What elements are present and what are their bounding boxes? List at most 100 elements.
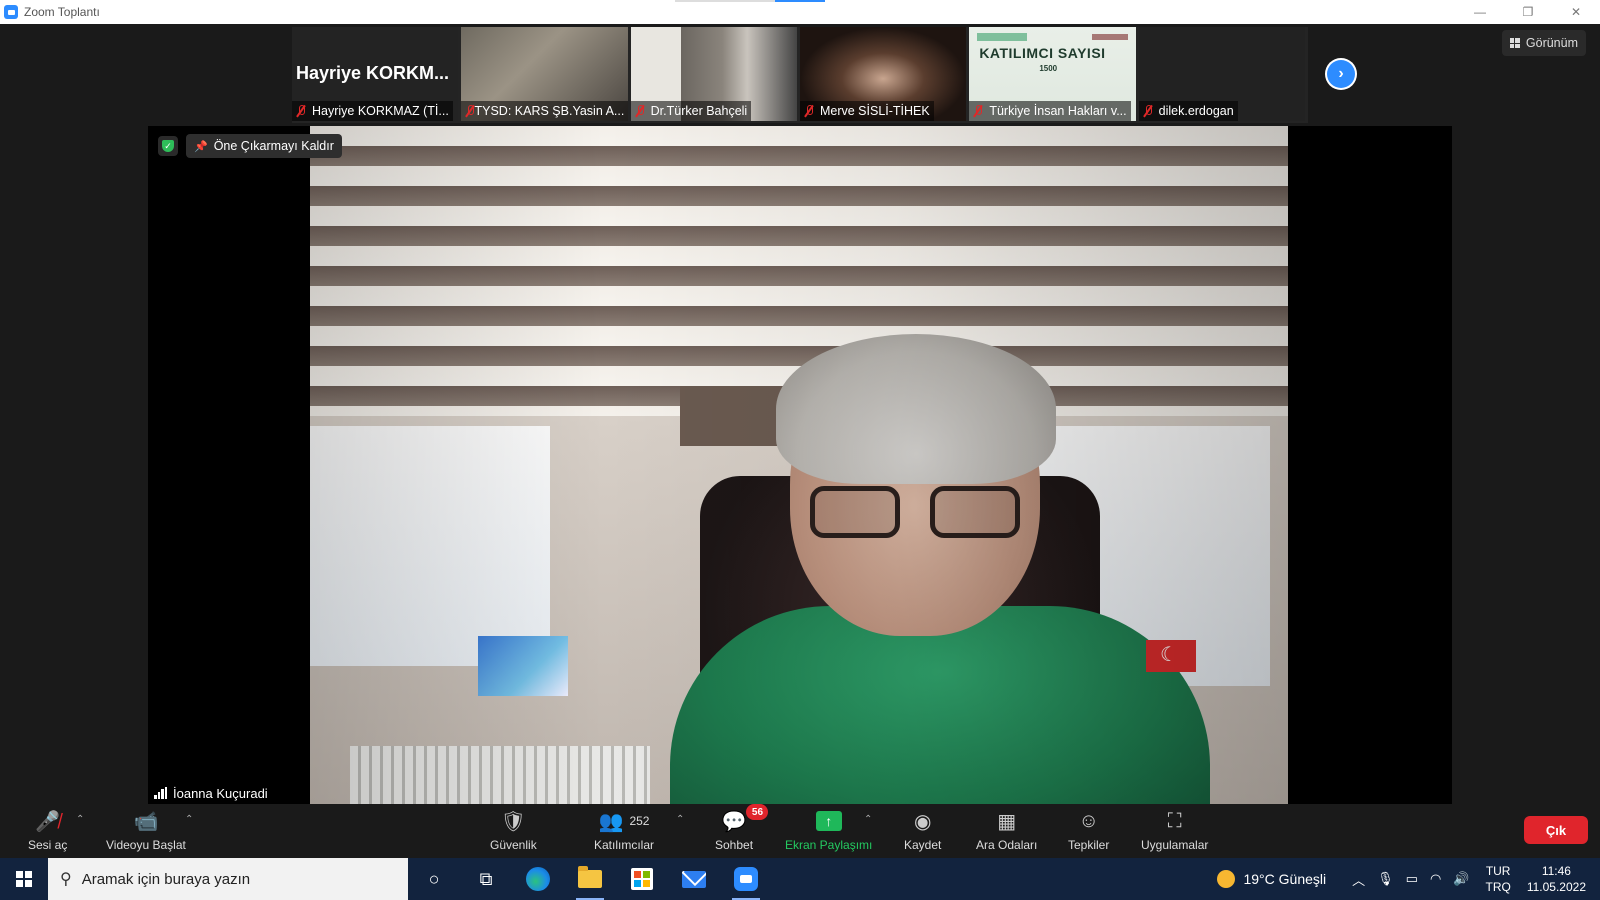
microphone-icon[interactable]: 🎙 — [1377, 871, 1394, 887]
participant-tile[interactable]: KATILIMCI SAYISI 1500 Türkiye İnsan Hakl… — [969, 27, 1136, 121]
windows-taskbar: ⚲ Aramak için buraya yazın ○ ⧉ 19°C Güne… — [0, 858, 1600, 900]
video-off-icon: 📹 — [133, 810, 159, 833]
share-screen-button[interactable]: ↑ Ekran Paylaşımı — [785, 808, 872, 852]
clock-time: 11:46 — [1541, 864, 1571, 878]
unpin-label: Öne Çıkarmayı Kaldır — [213, 139, 334, 153]
participant-tile[interactable]: Merve SİSLİ-TİHEK — [799, 27, 967, 121]
battery-icon[interactable]: ▭ — [1406, 871, 1418, 887]
chevron-up-icon[interactable]: ︿ — [1352, 870, 1365, 889]
participants-icon: 👥 252 — [598, 810, 650, 833]
unmute-button[interactable]: 🎤̸ Sesi aç — [28, 808, 67, 853]
clock[interactable]: 11:46 11.05.2022 — [1527, 863, 1586, 895]
file-explorer-button[interactable] — [564, 858, 616, 900]
apps-button[interactable]: ⛶ Uygulamalar — [1141, 808, 1208, 853]
zoom-icon — [734, 867, 758, 891]
store-button[interactable] — [616, 858, 668, 900]
participant-tile[interactable]: Hayriye KORKM... Hayriye KORKMAZ (Tİ... — [292, 27, 459, 121]
zoom-app-icon — [4, 5, 18, 19]
task-view-icon: ⧉ — [479, 868, 493, 889]
view-button-label: Görünüm — [1525, 36, 1578, 50]
chat-unread-badge: 56 — [746, 804, 769, 820]
tile-featured-name: Hayriye KORKM... — [296, 63, 450, 83]
share-options-caret[interactable]: ⌃ — [864, 814, 872, 825]
record-icon: ◉ — [913, 810, 932, 833]
mic-muted-icon — [1143, 105, 1153, 117]
audio-options-caret[interactable]: ⌃ — [76, 814, 84, 825]
edge-button[interactable] — [512, 858, 564, 900]
security-button[interactable]: 🛡 Güvenlik — [490, 808, 537, 853]
mic-muted-icon — [465, 105, 475, 117]
restore-button[interactable]: ❐ — [1504, 0, 1552, 24]
participant-tile[interactable]: Dr.Türker Bahçeli — [630, 27, 797, 121]
encryption-shield-icon[interactable]: ✓ — [158, 136, 178, 156]
share-screen-icon: ↑ — [815, 811, 842, 831]
edge-icon — [526, 867, 550, 891]
close-button[interactable]: ✕ — [1552, 0, 1600, 24]
sun-icon — [1217, 870, 1236, 888]
breakout-rooms-button[interactable]: ▦ Ara Odaları — [976, 808, 1037, 853]
meeting-toolbar: 🎤̸ Sesi aç ⌃ 📹 Videoyu Başlat ⌃ 🛡 Güvenl… — [0, 804, 1600, 858]
participant-tile[interactable]: dilek.erdogan — [1138, 27, 1305, 121]
start-video-button[interactable]: 📹 Videoyu Başlat — [106, 808, 186, 853]
participants-count: 252 — [629, 814, 650, 828]
participants-button[interactable]: 👥 252 Katılımcılar — [594, 808, 654, 853]
banner-logo — [1091, 34, 1128, 40]
view-button[interactable]: Görünüm — [1501, 30, 1586, 56]
mic-muted-icon — [804, 105, 814, 117]
grid-view-icon — [1509, 38, 1520, 48]
system-tray: 19°C Güneşli ︿ 🎙 ▭ ◠ 🔊 TUR TRQ 11:46 11.… — [1217, 858, 1600, 900]
gallery-next-button[interactable]: › — [1325, 58, 1357, 90]
apps-icon: ⛶ — [1167, 809, 1182, 832]
mic-muted-icon: 🎤̸ — [35, 810, 61, 833]
start-button[interactable] — [0, 858, 48, 900]
cortana-button[interactable]: ○ — [408, 858, 460, 900]
participant-tile[interactable]: TYSD: KARS ŞB.Yasin A... — [461, 27, 628, 121]
window-title: Zoom Toplantı — [24, 5, 100, 19]
record-button[interactable]: ◉ Kaydet — [904, 808, 941, 853]
banner-logo — [977, 33, 1028, 41]
title-bar: Zoom Toplantı — ❐ ✕ — [0, 0, 1600, 24]
search-icon: ⚲ — [60, 871, 72, 888]
task-view-button[interactable]: ⧉ — [460, 858, 512, 900]
minimize-button[interactable]: — — [1456, 0, 1504, 24]
mail-button[interactable] — [668, 858, 720, 900]
gallery-strip: Hayriye KORKM... Hayriye KORKMAZ (Tİ... … — [292, 27, 1308, 123]
reactions-button[interactable]: ☺ Tepkiler — [1068, 808, 1109, 853]
shield-icon: 🛡 — [500, 810, 527, 833]
zoom-taskbar-button[interactable] — [720, 858, 772, 900]
pin-icon: 📌 — [194, 140, 208, 153]
unpin-button[interactable]: 📌 Öne Çıkarmayı Kaldır — [186, 134, 342, 158]
participants-options-caret[interactable]: ⌃ — [676, 814, 684, 825]
taskbar-search[interactable]: ⚲ Aramak için buraya yazın — [48, 858, 408, 900]
tile-label: Türkiye İnsan Hakları v... — [969, 101, 1131, 121]
tile-label: Hayriye KORKMAZ (Tİ... — [292, 101, 453, 121]
mic-muted-icon — [973, 105, 983, 117]
wifi-icon[interactable]: ◠ — [1430, 871, 1441, 887]
speaker-name-label: İoanna Kuçuradi — [148, 782, 274, 804]
speaker-name: İoanna Kuçuradi — [173, 785, 268, 801]
search-placeholder: Aramak için buraya yazın — [81, 870, 251, 888]
chat-icon: 💬 56 — [722, 804, 769, 834]
mic-muted-icon — [296, 105, 306, 117]
reactions-icon: ☺ — [1078, 809, 1099, 832]
store-icon — [631, 868, 653, 890]
tile-label: Merve SİSLİ-TİHEK — [799, 101, 934, 121]
leave-button[interactable]: Çık — [1524, 816, 1588, 844]
mail-icon — [682, 870, 706, 888]
language-indicator[interactable]: TUR TRQ — [1485, 863, 1510, 895]
windows-logo-icon — [16, 871, 32, 887]
video-options-caret[interactable]: ⌃ — [185, 814, 193, 825]
tile-label: dilek.erdogan — [1138, 101, 1238, 121]
chat-button[interactable]: 💬 56 Sohbet — [715, 804, 769, 852]
weather-text[interactable]: 19°C Güneşli — [1243, 871, 1326, 887]
active-speaker-video: ✓ 📌 Öne Çıkarmayı Kaldır İoanna Kuçuradi — [148, 126, 1452, 804]
cortana-icon: ○ — [428, 868, 440, 889]
breakout-rooms-icon: ▦ — [997, 810, 1017, 833]
banner-number: 1500 — [1039, 64, 1058, 73]
banner-title: KATILIMCI SAYISI — [979, 45, 1106, 61]
volume-icon[interactable]: 🔊 — [1453, 871, 1469, 887]
zoom-window: Zoom Toplantı — ❐ ✕ Hayriye KORKM... Hay… — [0, 0, 1600, 858]
chevron-right-icon: › — [1327, 60, 1355, 88]
speaker-video-frame — [310, 126, 1288, 804]
signal-strength-icon — [154, 787, 167, 799]
